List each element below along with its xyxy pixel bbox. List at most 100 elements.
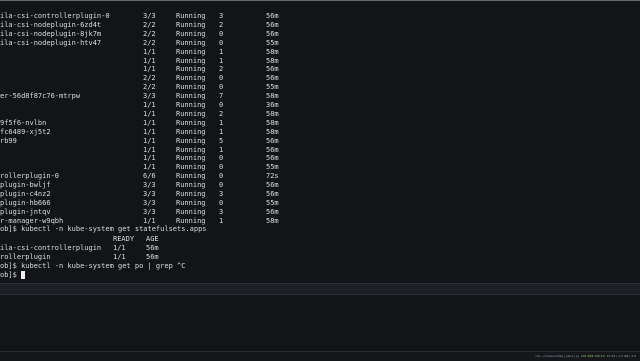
pod-ready: 3/3 (143, 190, 156, 198)
pod-ready: 1/1 (143, 109, 156, 118)
pod-name: ila-csi-nodeplugin-htv47 (0, 38, 102, 47)
pod-restarts: 0 (219, 154, 224, 163)
pod-age: 56m (266, 65, 279, 74)
pod-ready: 1/1 (143, 145, 156, 154)
pod-name: plugin-bwljf (0, 181, 51, 190)
header-age: AGE (146, 235, 159, 243)
pod-age: 55m (266, 38, 279, 47)
pane-divider[interactable] (0, 283, 640, 295)
pod-name: ila-csi-nodeplugin-6zd4t (0, 20, 102, 29)
pod-ready: 1/1 (143, 163, 156, 172)
pod-status: Running (176, 47, 206, 56)
pod-status: Running (176, 20, 206, 29)
status-right: 10:42 | 1.2 GB | 1.0 (606, 354, 636, 358)
pod-age: 56m (266, 20, 279, 29)
pod-name: rb99 (0, 136, 17, 145)
pod-status: Running (176, 74, 206, 83)
pod-status: Running (176, 109, 206, 118)
pod-restarts: 1 (219, 47, 224, 56)
pod-restarts: 1 (219, 216, 224, 225)
pod-age: 55m (266, 83, 279, 92)
pod-ready: 1/1 (143, 154, 156, 163)
pod-restarts: 1 (219, 118, 224, 127)
statefulset-ready: 1/1 (113, 244, 126, 252)
pod-restarts: 0 (219, 163, 224, 172)
pod-restarts: 0 (219, 198, 224, 207)
pod-status: Running (176, 83, 206, 92)
pod-age: 55m (266, 198, 279, 207)
pod-name: ila-csi-nodeplugin-8jk7m (0, 29, 102, 38)
prompt-line[interactable]: ob]$ (0, 271, 17, 280)
pod-restarts: 7 (219, 92, 224, 101)
pod-status: Running (176, 56, 206, 65)
pod-ready: 2/2 (143, 38, 156, 47)
pod-restarts: 0 (219, 83, 224, 92)
pod-age: 56m (266, 136, 279, 145)
pod-status: Running (176, 181, 206, 190)
pod-restarts: 1 (219, 127, 224, 136)
pod-name: er-56d8f87c76-mtrpw (0, 92, 81, 101)
header-ready: READY (113, 235, 135, 243)
pod-ready: 3/3 (143, 207, 156, 216)
pod-restarts: 0 (219, 74, 224, 83)
pod-restarts: 2 (219, 109, 224, 118)
pod-name: plugin-jntqv (0, 207, 51, 216)
pod-ready: 1/1 (143, 56, 156, 65)
pod-ready: 1/1 (143, 136, 156, 145)
statefulset-age: 56m (146, 253, 159, 261)
pod-age: 56m (266, 190, 279, 198)
pod-ready: 1/1 (143, 101, 156, 109)
pod-age: 58m (266, 109, 279, 118)
pod-status: Running (176, 38, 206, 47)
pod-age: 58m (266, 118, 279, 127)
pod-restarts: 0 (219, 172, 224, 181)
pod-restarts: 0 (219, 181, 224, 190)
lower-pane[interactable] (0, 295, 640, 351)
pod-restarts: 0 (219, 29, 224, 38)
pod-restarts: 3 (219, 12, 224, 20)
pod-ready: 3/3 (143, 198, 156, 207)
pod-status: Running (176, 145, 206, 154)
pod-ready: 2/2 (143, 20, 156, 29)
pod-status: Running (176, 163, 206, 172)
pod-age: 58m (266, 127, 279, 136)
pod-age: 58m (266, 92, 279, 101)
pod-status: Running (176, 198, 206, 207)
pod-ready: 1/1 (143, 118, 156, 127)
pod-name: fc6489-xj5t2 (0, 127, 51, 136)
pod-ready: 1/1 (143, 127, 156, 136)
pod-status: Running (176, 12, 206, 20)
pod-restarts: 5 (219, 136, 224, 145)
statefulsets-header: READY AGE (0, 235, 159, 244)
pod-name: rollerplugin-0 (0, 172, 60, 181)
pod-ready: 2/2 (143, 74, 156, 83)
pod-age: 56m (266, 145, 279, 154)
pod-name: 9f5f6-nvlbn (0, 118, 47, 127)
pod-status: Running (176, 29, 206, 38)
pod-ready: 1/1 (143, 65, 156, 74)
pod-age: 56m (266, 181, 279, 190)
pod-ready: 2/2 (143, 83, 156, 92)
pod-status: Running (176, 118, 206, 127)
pod-status: Running (176, 65, 206, 74)
pod-status: Running (176, 190, 206, 198)
pod-age: 58m (266, 56, 279, 65)
pod-status: Running (176, 207, 206, 216)
pod-age: 72s (266, 172, 279, 181)
pod-status: Running (176, 154, 206, 163)
pod-restarts: 2 (219, 20, 224, 29)
pod-restarts: 0 (219, 38, 224, 47)
command-line: ob]$ kubectl -n kube-system get stateful… (0, 225, 207, 234)
terminal-window[interactable]: ila-csi-controllerplugin-0 3/3 Running 3 56m… (0, 0, 640, 282)
pod-name: plugin-hb666 (0, 198, 51, 207)
pod-restarts: 0 (219, 101, 224, 109)
pod-status: Running (176, 92, 206, 101)
pod-ready: 1/1 (143, 47, 156, 56)
pod-age: 56m (266, 207, 279, 216)
statefulset-name: rollerplugin (0, 253, 51, 261)
status-ok: 192.168.122.10 (580, 354, 605, 358)
statefulset-row: ila-csi-controllerplugin 1/1 56m (0, 244, 159, 253)
shell-prompt: ob]$ (0, 271, 22, 279)
pod-age: 56m (266, 74, 279, 83)
pod-restarts: 1 (219, 56, 224, 65)
